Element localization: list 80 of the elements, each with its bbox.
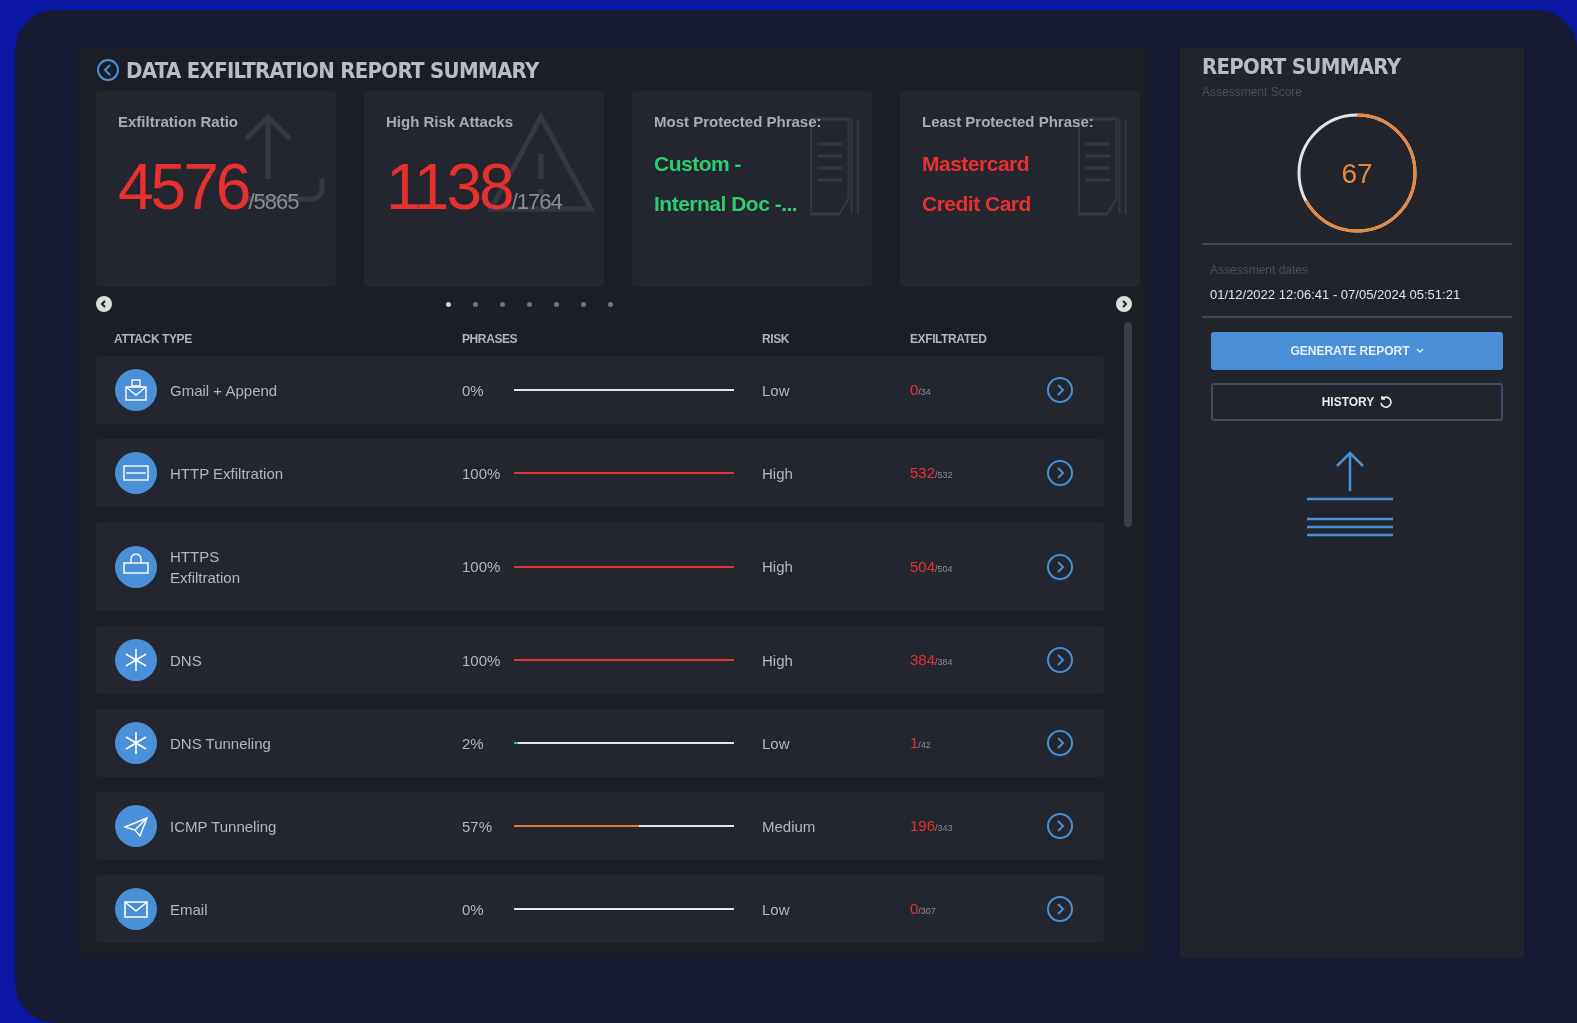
details-icon[interactable]: [1046, 895, 1075, 923]
attack-name: DNS Tunneling: [170, 733, 271, 754]
risk-level: High: [762, 557, 794, 577]
exfiltrated-total: /343: [935, 823, 953, 833]
details-icon[interactable]: [1046, 552, 1075, 581]
exfiltrated-count: 1: [910, 734, 919, 751]
phrases-percent: 100%: [462, 557, 502, 577]
stat-value: 1138: [386, 149, 512, 224]
phrase-text: Mastercard Credit Card: [922, 150, 1031, 217]
phrases-percent: 0%: [462, 380, 485, 401]
chevron-down-icon: [1415, 348, 1424, 354]
exfiltrated-total: /42: [918, 740, 931, 750]
details-icon[interactable]: [1046, 376, 1075, 404]
card-label: High Risk Attacks: [386, 112, 514, 130]
snowflake-icon: [114, 638, 158, 682]
attack-name: DNS: [170, 650, 202, 671]
exfiltrated-total: /34: [918, 387, 931, 397]
column-header: EXFILTRATED: [910, 332, 988, 346]
envelope-lock-icon: [114, 368, 158, 412]
back-icon[interactable]: [96, 58, 120, 83]
exfiltrated-count: 0: [910, 900, 919, 917]
risk-level: Low: [762, 733, 791, 754]
column-header: PHRASES: [462, 332, 519, 346]
snowflake-icon: [114, 721, 158, 765]
paper-plane-icon: [114, 804, 158, 848]
next-icon[interactable]: [1116, 296, 1132, 313]
history-icon: [1380, 396, 1393, 408]
risk-level: Low: [762, 899, 791, 920]
exfiltrated-count: 532: [910, 464, 936, 481]
history-button[interactable]: HISTORY: [1211, 383, 1503, 421]
risk-level: Medium: [762, 816, 817, 837]
phrases-percent: 2%: [462, 733, 485, 754]
phrases-percent: 57%: [462, 816, 494, 837]
exfiltrated-total: /307: [918, 906, 936, 916]
phrase-text: Custom - Internal Doc -...: [654, 150, 798, 217]
column-header: RISK: [762, 332, 791, 346]
exfiltrated-count: 384: [910, 651, 936, 668]
attack-name: ICMP Tunneling: [170, 816, 277, 837]
details-icon[interactable]: [1046, 812, 1075, 840]
exfiltrated-total: /504: [935, 563, 953, 574]
details-icon[interactable]: [1046, 729, 1075, 757]
web-page-icon: [114, 451, 158, 495]
exfiltrated-count: 504: [910, 557, 936, 575]
exfiltrated-count: 196: [910, 817, 936, 834]
carousel-dot[interactable]: [472, 301, 478, 307]
summary-title: REPORT SUMMARY: [1202, 54, 1402, 79]
card-label: Least Protected Phrase:: [922, 112, 1095, 130]
attack-name: HTTP Exfiltration: [170, 463, 284, 484]
score-value: 67: [1341, 158, 1373, 189]
stat-value: 4576: [118, 149, 249, 224]
carousel-dot[interactable]: [607, 301, 613, 307]
carousel-dot[interactable]: [499, 301, 505, 307]
phrases-percent: 100%: [462, 650, 502, 671]
padlock-icon: [114, 544, 158, 589]
page-title: DATA EXFILTRATION REPORT SUMMARY: [126, 57, 539, 83]
stat-total: /5865: [248, 188, 299, 215]
phrases-percent: 0%: [462, 899, 485, 920]
attack-name: Email: [170, 899, 208, 920]
risk-level: High: [762, 463, 794, 484]
risk-level: High: [762, 650, 794, 671]
exfiltrated-count: 0: [910, 381, 919, 398]
assessment-dates: 01/12/2022 12:06:41 - 07/05/2024 05:51:21: [1210, 287, 1462, 302]
attack-name: Gmail + Append: [170, 380, 278, 401]
stat-total: /1764: [511, 188, 562, 215]
carousel-dot[interactable]: [445, 301, 451, 307]
carousel-dot[interactable]: [580, 301, 586, 307]
card-label: Exfiltration Ratio: [118, 112, 239, 130]
exfiltrated-total: /384: [935, 657, 953, 667]
details-icon[interactable]: [1046, 646, 1075, 674]
envelope-icon: [114, 887, 158, 931]
carousel-dot[interactable]: [553, 301, 559, 307]
carousel-dot[interactable]: [526, 301, 532, 307]
previous-icon[interactable]: [96, 296, 112, 313]
risk-level: Low: [762, 380, 791, 401]
phrases-percent: 100%: [462, 463, 502, 484]
details-icon[interactable]: [1046, 459, 1075, 487]
attack-name: HTTPS Exfiltration: [170, 546, 241, 588]
exfiltrated-total: /532: [935, 470, 953, 480]
column-header: ATTACK TYPE: [114, 332, 193, 346]
card-label: Most Protected Phrase:: [654, 112, 823, 130]
